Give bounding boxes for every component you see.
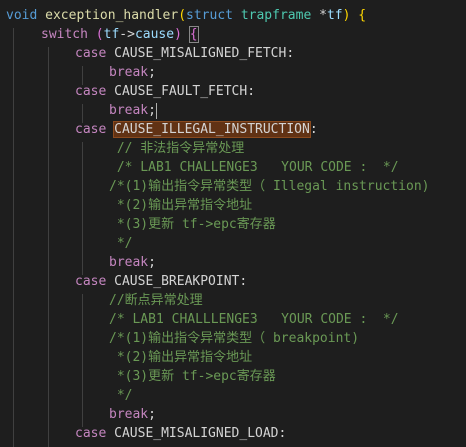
keyword: break <box>109 103 149 118</box>
comment: //断点异常处理 <box>109 293 203 308</box>
keyword: switch <box>41 27 88 42</box>
code-line[interactable]: break; <box>0 101 466 120</box>
code-line[interactable]: case CAUSE_ILLEGAL_INSTRUCTION: <box>0 120 466 139</box>
code-line[interactable]: switch (tf->cause) { <box>0 25 466 44</box>
semicolon: ; <box>148 103 156 118</box>
pointer-op: * <box>311 8 327 23</box>
comment: // 非法指令异常处理 <box>109 141 245 156</box>
comment: /* LAB1 CHALLENGE3 YOUR CODE : */ <box>109 160 399 175</box>
code-line[interactable]: case CAUSE_BREAKPOINT: <box>0 272 466 291</box>
open-brace: { <box>188 26 199 43</box>
code-line[interactable]: break; <box>0 405 466 424</box>
case-label: CAUSE_BREAKPOINT: <box>114 274 248 289</box>
open-brace: { <box>358 8 367 23</box>
case-label: CAUSE_MISALIGNED_LOAD: <box>114 426 287 441</box>
case-label: CAUSE_MISALIGNED_FETCH: <box>114 46 295 61</box>
comment: /*(1)输出指令异常类型（ Illegal instruction) <box>109 179 430 194</box>
paren: ( <box>178 8 187 23</box>
code-line[interactable]: /* LAB1 CHALLLENGE3 YOUR CODE : */ <box>0 310 466 329</box>
code-line[interactable]: break; <box>0 63 466 82</box>
keyword: struct <box>186 8 233 23</box>
comment: /*(1)输出指令异常类型（ breakpoint) <box>109 331 360 346</box>
semicolon: ; <box>148 255 156 270</box>
keyword: case <box>75 46 107 61</box>
code-line[interactable]: */ <box>0 386 466 405</box>
text-cursor <box>155 102 157 119</box>
variable: tf <box>326 8 343 23</box>
code-editor[interactable]: void exception_handler(struct trapframe … <box>0 0 466 447</box>
semicolon: ; <box>148 65 156 80</box>
comment: *(2)输出异常指令地址 <box>109 350 253 365</box>
comment: */ <box>109 388 133 403</box>
highlighted-symbol[interactable]: CAUSE_ILLEGAL_INSTRUCTION <box>113 121 311 138</box>
code-line[interactable]: *(3)更新 tf->epc寄存器 <box>0 367 466 386</box>
code-line[interactable]: void exception_handler(struct trapframe … <box>0 6 466 25</box>
paren: ) <box>174 27 182 42</box>
keyword: case <box>75 274 107 289</box>
colon: : <box>309 122 318 137</box>
semicolon: ; <box>148 407 156 422</box>
comment: *(3)更新 tf->epc寄存器 <box>109 369 276 384</box>
function-name: exception_handler <box>45 8 179 23</box>
keyword: break <box>109 407 149 422</box>
keyword: void <box>6 8 38 23</box>
variable: cause <box>134 27 175 42</box>
keyword: break <box>109 65 149 80</box>
variable: tf <box>103 27 120 42</box>
keyword: case <box>75 122 107 137</box>
code-line[interactable]: break; <box>0 253 466 272</box>
code-line[interactable]: /* LAB1 CHALLENGE3 YOUR CODE : */ <box>0 158 466 177</box>
keyword: break <box>109 255 149 270</box>
code-line[interactable]: *(2)输出异常指令地址 <box>0 348 466 367</box>
keyword: case <box>75 84 107 99</box>
arrow-op: -> <box>119 27 135 42</box>
paren: ( <box>95 27 104 42</box>
code-line[interactable]: *(2)输出异常指令地址 <box>0 196 466 215</box>
case-label: CAUSE_FAULT_FETCH: <box>114 84 256 99</box>
code-line[interactable]: *(3)更新 tf->epc寄存器 <box>0 215 466 234</box>
code-line[interactable]: case CAUSE_MISALIGNED_LOAD: <box>0 424 466 443</box>
type-name: trapframe <box>240 8 312 23</box>
paren: ) <box>342 8 351 23</box>
keyword: case <box>75 426 107 441</box>
code-line[interactable]: case CAUSE_MISALIGNED_FETCH: <box>0 44 466 63</box>
code-line[interactable]: // 非法指令异常处理 <box>0 139 466 158</box>
code-line[interactable]: */ <box>0 234 466 253</box>
code-line[interactable]: /*(1)输出指令异常类型（ breakpoint) <box>0 329 466 348</box>
comment: /* LAB1 CHALLLENGE3 YOUR CODE : */ <box>109 312 399 327</box>
code-line[interactable]: case CAUSE_FAULT_FETCH: <box>0 82 466 101</box>
comment: *(2)输出异常指令地址 <box>109 198 253 213</box>
code-line[interactable]: //断点异常处理 <box>0 291 466 310</box>
comment: */ <box>109 236 133 251</box>
code-line[interactable]: /*(1)输出指令异常类型（ Illegal instruction) <box>0 177 466 196</box>
comment: *(3)更新 tf->epc寄存器 <box>109 217 276 232</box>
